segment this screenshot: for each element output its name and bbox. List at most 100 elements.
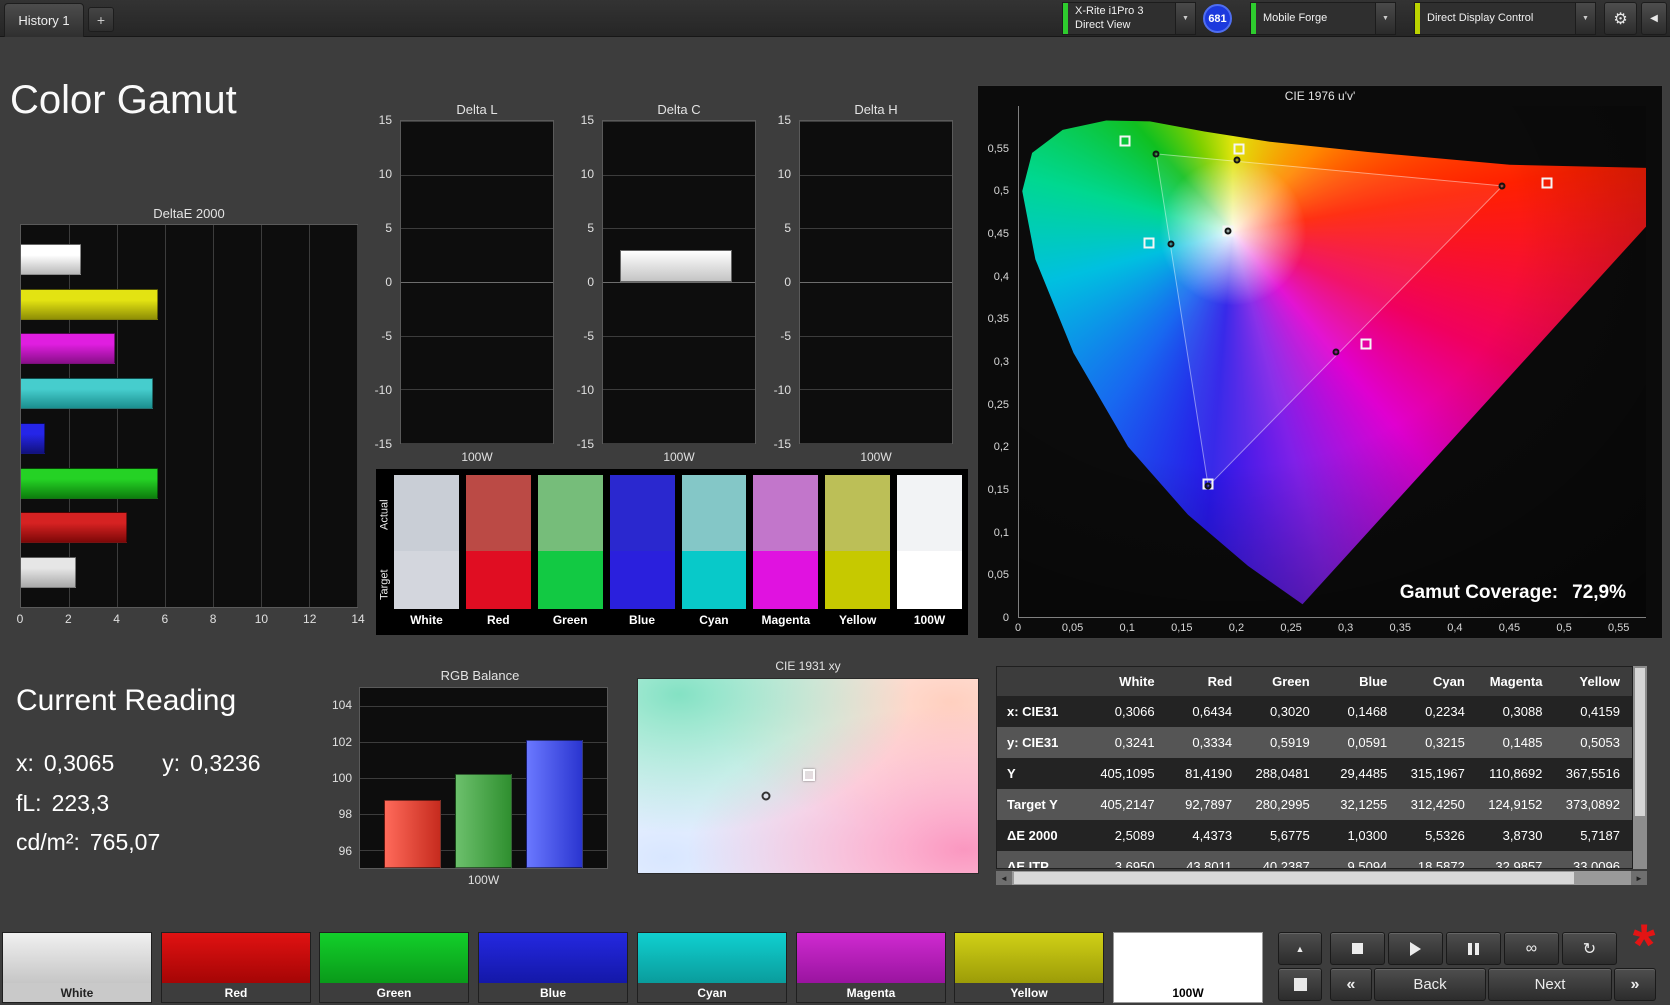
collapse-panel-icon[interactable]: ◀ (1641, 2, 1667, 35)
patch-blue[interactable]: Blue (478, 932, 628, 1003)
play-icon (1410, 941, 1421, 956)
deltae-chart-title: DeltaE 2000 (153, 206, 225, 221)
table-cell: 124,9152 (1488, 797, 1543, 812)
table-row-label: y: CIE31 (1007, 735, 1059, 750)
cie-actual-cyan (1167, 240, 1175, 248)
table-cell: 0,3334 (1192, 735, 1233, 750)
deltae-gridline (357, 225, 358, 607)
deltae-bar-row (21, 333, 357, 365)
delta-l-axis-label: -5 (381, 329, 392, 343)
table-cell: 81,4190 (1185, 766, 1233, 781)
stop-button[interactable] (1330, 932, 1385, 965)
cie1931-actual-marker (761, 791, 771, 801)
swatch-actual (394, 475, 459, 551)
tab-history-1[interactable]: History 1 (4, 3, 84, 37)
patch-label: Green (320, 983, 468, 1002)
swatch-cyan: Cyan (681, 475, 747, 633)
loop-button[interactable]: ↻ (1562, 932, 1617, 965)
gamut-coverage-label: Gamut Coverage: (1399, 582, 1559, 603)
cie-x-label: 0,05 (1061, 622, 1084, 634)
table-cell: 110,8692 (1489, 766, 1543, 781)
chevrons-left-icon: « (1346, 975, 1356, 993)
table-cell: 0,1485 (1502, 735, 1543, 750)
scroll-right-icon[interactable]: ► (1631, 871, 1647, 885)
cie-x-label: 0,3 (1337, 622, 1354, 634)
y-label: y: (162, 750, 181, 776)
delta-h-axis-label: -5 (780, 329, 791, 343)
rgb-bars (360, 688, 607, 868)
swatch-target (465, 551, 531, 609)
chevron-down-icon[interactable]: ▼ (1375, 3, 1395, 34)
add-tab-button[interactable]: + (88, 7, 114, 32)
rgb-category: 100W (467, 873, 500, 887)
patch-magenta[interactable]: Magenta (796, 932, 946, 1003)
pattern-up-button[interactable]: ▲ (1278, 932, 1322, 965)
patch-white[interactable]: White (2, 932, 152, 1003)
patch-yellow[interactable]: Yellow (954, 932, 1104, 1003)
delta-c-gridline (603, 121, 755, 122)
deltae-axis-label: 14 (351, 612, 365, 626)
rgb-bar-red (384, 799, 441, 868)
deltae-axis-label: 4 (113, 612, 120, 626)
vscroll-thumb[interactable] (1635, 668, 1645, 816)
cie-x-label: 0,2 (1228, 622, 1245, 634)
table-horizontal-scrollbar[interactable]: ◄ ► (996, 871, 1647, 885)
swatch-target-label: Target (378, 569, 391, 601)
workflow-label: Mobile Forge (1263, 11, 1328, 24)
hscroll-thumb[interactable] (1014, 872, 1574, 884)
delta-h-gridline (800, 228, 952, 230)
gear-icon[interactable]: ⚙ (1604, 2, 1637, 35)
meter-line2: Direct View (1075, 18, 1131, 31)
scroll-left-icon[interactable]: ◄ (996, 871, 1012, 885)
delta-h-axis-label: 5 (784, 221, 791, 235)
back-step-button[interactable]: « (1330, 968, 1372, 1001)
display-control-selector[interactable]: Direct Display Control ▼ (1414, 2, 1596, 35)
back-button[interactable]: Back (1374, 968, 1486, 1001)
table-cell: 2,5089 (1114, 828, 1155, 843)
cie-target-cyan (1143, 237, 1155, 249)
table-row: ΔE ITP 3,6950 43,8011 40,2387 9,5094 18,5872 3… (997, 851, 1632, 869)
delta-h-yaxis: 15 10 5 0 -5 -10 -15 (761, 113, 795, 451)
cie-y-label: 0,1 (993, 526, 1009, 539)
deltae-bar-row (21, 512, 357, 544)
play-button[interactable] (1388, 932, 1443, 965)
next-step-button[interactable]: » (1614, 968, 1656, 1001)
patch-red[interactable]: Red (161, 932, 311, 1003)
meter-selector[interactable]: X-Rite i1Pro 3 Direct View ▼ (1062, 2, 1196, 35)
next-button[interactable]: Next (1488, 968, 1612, 1001)
delta-c-gridline (603, 174, 755, 176)
chevron-down-icon[interactable]: ▼ (1575, 3, 1595, 34)
cie1976-title: CIE 1976 u'v' (1284, 89, 1356, 103)
table-header: White Red Green Blue Cyan Magenta Yellow (997, 667, 1632, 696)
patch-color (638, 933, 786, 983)
rgb-axis-label: 98 (338, 807, 352, 822)
table-cell: 367,5516 (1565, 766, 1620, 781)
patch-color (162, 933, 310, 983)
rgb-axis-label: 100 (331, 771, 352, 785)
swatch-label: Yellow (839, 613, 877, 627)
patch-cyan[interactable]: Cyan (637, 932, 787, 1003)
table-cell: 0,1468 (1347, 704, 1388, 719)
cie-x-label: 0,55 (1607, 622, 1630, 634)
swatch-label: Cyan (699, 613, 729, 627)
infinity-icon: ∞ (1525, 939, 1538, 957)
pause-button[interactable] (1446, 932, 1501, 965)
table-vertical-scrollbar[interactable] (1633, 666, 1647, 869)
table-cell: 92,7897 (1185, 797, 1233, 812)
rgb-bar-green (455, 774, 512, 868)
chevron-down-icon[interactable]: ▼ (1175, 3, 1195, 34)
swatch-label: Magenta (761, 613, 811, 627)
cie-xaxis: 0 0,05 0,1 0,15 0,2 0,25 0,3 0,35 0,4 0,45 0,5 0,55 (1014, 622, 1646, 636)
cie-x-label: 0 (1014, 622, 1022, 634)
table-row-label: Y (1007, 766, 1016, 781)
pattern-window-button[interactable] (1278, 968, 1322, 1001)
delta-l-gridline (401, 389, 553, 391)
table-cell: 43,8011 (1186, 859, 1233, 869)
gamut-coverage-value: 72,9% (1572, 582, 1626, 603)
continuous-read-button[interactable]: ∞ (1504, 932, 1559, 965)
patch-100w[interactable]: 100W (1113, 932, 1263, 1003)
delta-c-axis-label: -15 (576, 437, 594, 451)
workflow-selector[interactable]: Mobile Forge ▼ (1250, 2, 1396, 35)
patch-green[interactable]: Green (319, 932, 469, 1003)
table-cell: 1,0300 (1347, 828, 1388, 843)
